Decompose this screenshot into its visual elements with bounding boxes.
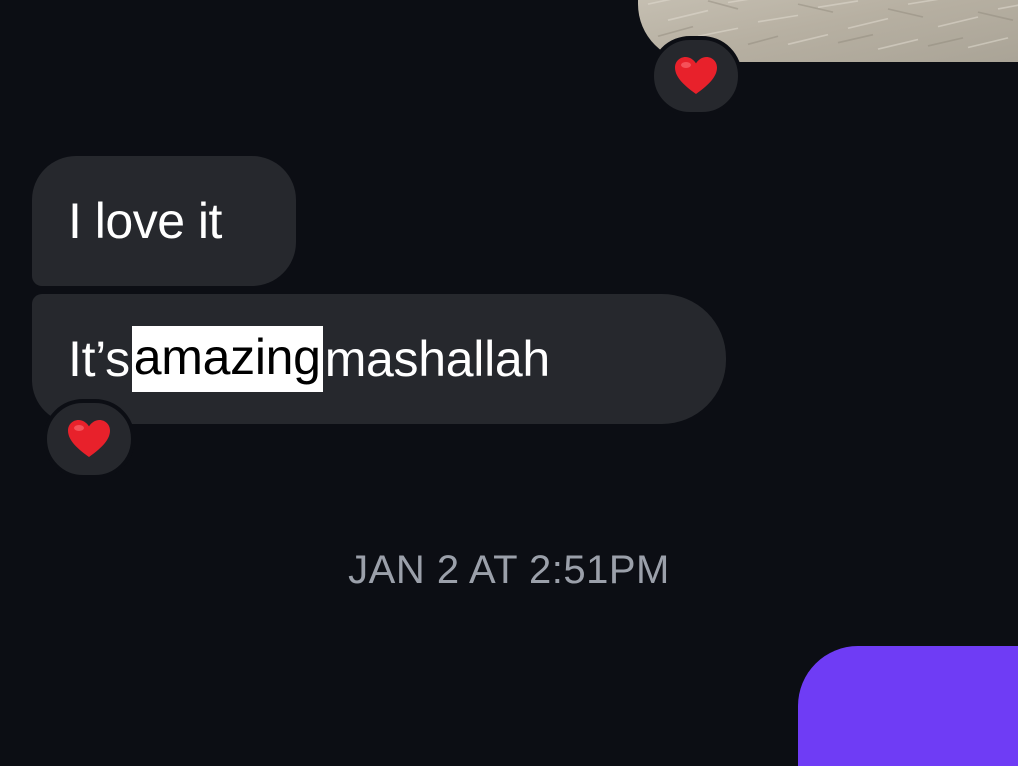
- message-text-after: mashallah: [324, 331, 551, 387]
- message-text-before: It’s: [68, 331, 130, 387]
- heart-icon: [674, 56, 718, 96]
- message-text: I love it: [68, 193, 222, 249]
- message-reaction-badge[interactable]: [43, 399, 135, 479]
- outgoing-message-bubble[interactable]: [798, 646, 1018, 766]
- timestamp: JAN 2 AT 2:51PM: [348, 548, 670, 592]
- heart-icon: [67, 419, 111, 459]
- photo-reaction-badge[interactable]: [650, 36, 742, 116]
- selected-text[interactable]: amazing: [131, 326, 323, 392]
- message-bubble-2[interactable]: It’s amazing mashallah: [32, 294, 726, 424]
- message-bubble-1[interactable]: I love it: [32, 156, 296, 286]
